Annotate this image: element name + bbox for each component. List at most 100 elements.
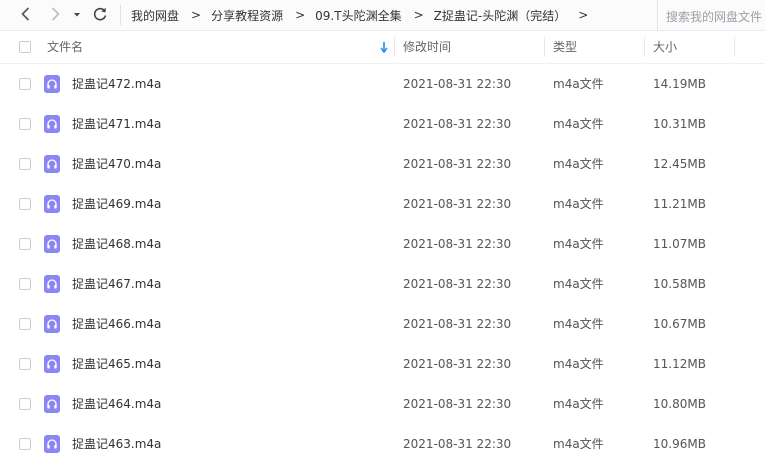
file-name[interactable]: 捉蛊记470.m4a (72, 144, 161, 184)
file-name[interactable]: 捉蛊记463.m4a (72, 424, 161, 464)
file-modified: 2021-08-31 22:30 (403, 77, 512, 91)
row-checkbox[interactable] (19, 118, 31, 130)
file-type: m4a文件 (553, 357, 604, 371)
file-size: 10.80MB (653, 397, 706, 411)
column-header-type[interactable]: 类型 (553, 31, 577, 63)
column-header-name[interactable]: 文件名 (47, 31, 83, 63)
headphones-icon (44, 435, 60, 453)
file-modified: 2021-08-31 22:30 (403, 357, 512, 371)
file-row[interactable]: 捉蛊记472.m4a 2021-08-31 22:30 m4a文件 14.19M… (0, 64, 765, 104)
file-size: 11.07MB (653, 237, 706, 251)
breadcrumb-more-arrow[interactable]: > (578, 8, 588, 22)
file-name[interactable]: 捉蛊记472.m4a (72, 64, 161, 104)
file-size: 10.58MB (653, 277, 706, 291)
column-divider[interactable] (734, 37, 735, 57)
breadcrumb-separator: > (191, 8, 202, 22)
row-checkbox[interactable] (19, 398, 31, 410)
row-checkbox[interactable] (19, 158, 31, 170)
file-type: m4a文件 (553, 117, 604, 131)
file-list: 捉蛊记472.m4a 2021-08-31 22:30 m4a文件 14.19M… (0, 64, 765, 464)
file-name[interactable]: 捉蛊记471.m4a (72, 104, 161, 144)
breadcrumb-separator: > (295, 8, 306, 22)
file-size: 11.21MB (653, 197, 706, 211)
breadcrumb-item-shared-resources[interactable]: 分享教程资源 (211, 7, 283, 24)
file-modified: 2021-08-31 22:30 (403, 397, 512, 411)
headphones-icon (44, 395, 60, 413)
row-checkbox[interactable] (19, 358, 31, 370)
file-type: m4a文件 (553, 277, 604, 291)
file-row[interactable]: 捉蛊记468.m4a 2021-08-31 22:30 m4a文件 11.07M… (0, 224, 765, 264)
file-size: 12.45MB (653, 157, 706, 171)
search-input[interactable]: 搜索我的网盘文件 (666, 8, 762, 25)
file-name[interactable]: 捉蛊记465.m4a (72, 344, 161, 384)
file-name[interactable]: 捉蛊记466.m4a (72, 304, 161, 344)
history-dropdown-button[interactable] (70, 3, 84, 25)
file-name[interactable]: 捉蛊记467.m4a (72, 264, 161, 304)
breadcrumb-separator: > (413, 8, 424, 22)
file-row[interactable]: 捉蛊记466.m4a 2021-08-31 22:30 m4a文件 10.67M… (0, 304, 765, 344)
breadcrumb: 我的网盘 > 分享教程资源 > 09.T头陀渊全集 > Z捉蛊记-头陀渊（完结）… (120, 0, 598, 30)
row-checkbox[interactable] (19, 318, 31, 330)
file-size: 10.67MB (653, 317, 706, 331)
row-checkbox[interactable] (19, 438, 31, 450)
column-divider[interactable] (394, 37, 395, 57)
column-header-modified[interactable]: 修改时间 (403, 31, 451, 63)
search-box[interactable]: 搜索我的网盘文件 (657, 0, 765, 30)
forward-button[interactable] (44, 3, 66, 25)
file-type: m4a文件 (553, 317, 604, 331)
column-divider[interactable] (644, 37, 645, 57)
breadcrumb-item-collection[interactable]: 09.T头陀渊全集 (315, 7, 401, 24)
file-row[interactable]: 捉蛊记463.m4a 2021-08-31 22:30 m4a文件 10.96M… (0, 424, 765, 464)
toolbar: 我的网盘 > 分享教程资源 > 09.T头陀渊全集 > Z捉蛊记-头陀渊（完结）… (0, 0, 765, 31)
file-modified: 2021-08-31 22:30 (403, 197, 512, 211)
file-size: 14.19MB (653, 77, 706, 91)
file-modified: 2021-08-31 22:30 (403, 237, 512, 251)
headphones-icon (44, 195, 60, 213)
file-size: 10.96MB (653, 437, 706, 451)
file-type: m4a文件 (553, 437, 604, 451)
file-modified: 2021-08-31 22:30 (403, 117, 512, 131)
file-row[interactable]: 捉蛊记471.m4a 2021-08-31 22:30 m4a文件 10.31M… (0, 104, 765, 144)
file-size: 10.31MB (653, 117, 706, 131)
select-all-checkbox[interactable] (19, 41, 31, 53)
file-modified: 2021-08-31 22:30 (403, 317, 512, 331)
file-row[interactable]: 捉蛊记467.m4a 2021-08-31 22:30 m4a文件 10.58M… (0, 264, 765, 304)
toolbar-divider (120, 5, 121, 25)
headphones-icon (44, 235, 60, 253)
file-row[interactable]: 捉蛊记470.m4a 2021-08-31 22:30 m4a文件 12.45M… (0, 144, 765, 184)
file-modified: 2021-08-31 22:30 (403, 157, 512, 171)
row-checkbox[interactable] (19, 78, 31, 90)
caret-down-icon (74, 13, 80, 17)
row-checkbox[interactable] (19, 198, 31, 210)
back-button[interactable] (15, 3, 37, 25)
file-modified: 2021-08-31 22:30 (403, 437, 512, 451)
headphones-icon (44, 315, 60, 333)
file-modified: 2021-08-31 22:30 (403, 277, 512, 291)
file-type: m4a文件 (553, 237, 604, 251)
column-header-size[interactable]: 大小 (653, 31, 677, 63)
file-type: m4a文件 (553, 157, 604, 171)
file-name[interactable]: 捉蛊记468.m4a (72, 224, 161, 264)
row-checkbox[interactable] (19, 278, 31, 290)
file-list-header: 文件名 修改时间 类型 大小 (0, 31, 765, 64)
file-row[interactable]: 捉蛊记469.m4a 2021-08-31 22:30 m4a文件 11.21M… (0, 184, 765, 224)
chevron-left-icon (21, 7, 30, 21)
refresh-button[interactable] (89, 3, 111, 25)
sort-down-arrow-icon[interactable] (380, 40, 388, 54)
file-row[interactable]: 捉蛊记465.m4a 2021-08-31 22:30 m4a文件 11.12M… (0, 344, 765, 384)
column-divider[interactable] (544, 37, 545, 57)
headphones-icon (44, 275, 60, 293)
refresh-icon (93, 7, 107, 21)
file-size: 11.12MB (653, 357, 706, 371)
breadcrumb-item-my-drive[interactable]: 我的网盘 (131, 7, 179, 24)
file-name[interactable]: 捉蛊记464.m4a (72, 384, 161, 424)
breadcrumb-item-current-folder[interactable]: Z捉蛊记-头陀渊（完结） (434, 7, 567, 24)
row-checkbox[interactable] (19, 238, 31, 250)
file-row[interactable]: 捉蛊记464.m4a 2021-08-31 22:30 m4a文件 10.80M… (0, 384, 765, 424)
headphones-icon (44, 155, 60, 173)
file-name[interactable]: 捉蛊记469.m4a (72, 184, 161, 224)
headphones-icon (44, 75, 60, 93)
file-type: m4a文件 (553, 197, 604, 211)
file-type: m4a文件 (553, 397, 604, 411)
headphones-icon (44, 115, 60, 133)
